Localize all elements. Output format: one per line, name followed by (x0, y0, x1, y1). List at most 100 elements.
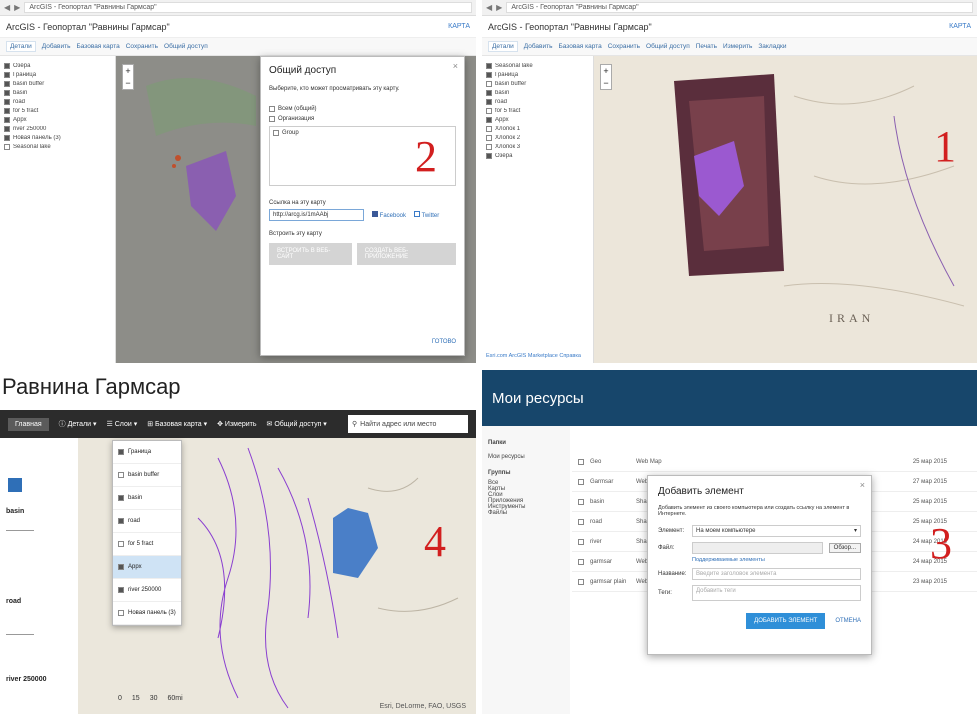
toolbar-add-button[interactable]: Добавить (42, 43, 71, 50)
create-app-button[interactable]: СОЗДАТЬ ВЕБ-ПРИЛОЖЕНИЕ (356, 243, 456, 265)
option-everyone[interactable]: Всем (общий) (269, 106, 456, 112)
checkbox[interactable] (118, 541, 124, 547)
option-group[interactable]: Организация (269, 116, 456, 122)
search-input[interactable]: ⚲ Найти адрес или место (348, 415, 468, 433)
zoom-control[interactable]: + − (600, 64, 612, 90)
cancel-button[interactable]: ОТМЕНА (835, 618, 861, 624)
layer-option[interactable]: basin buffer (113, 464, 181, 487)
checkbox[interactable] (4, 117, 10, 123)
checkbox[interactable] (486, 81, 492, 87)
zoom-control[interactable]: + − (122, 64, 134, 90)
basemap-menu[interactable]: ⊞ Базовая карта ▾ (147, 420, 207, 428)
toolbar-print-button[interactable]: Печать (696, 43, 717, 50)
layer-option[interactable]: river 250000 (113, 579, 181, 602)
sidebar-item[interactable]: Appx (486, 117, 589, 123)
checkbox[interactable] (486, 90, 492, 96)
checkbox[interactable] (118, 564, 124, 570)
sidebar-item[interactable]: for 5 fract (486, 108, 589, 114)
checkbox[interactable] (4, 72, 10, 78)
zoom-out-icon[interactable]: − (601, 77, 611, 89)
table-row[interactable]: Geo Web Map 25 мар 2015 (572, 452, 977, 472)
embed-website-button[interactable]: ВСТРОИТЬ В ВЕБ-САЙТ (269, 243, 352, 265)
checkbox[interactable] (118, 472, 124, 478)
toolbar-share-button[interactable]: Общий доступ (646, 43, 690, 50)
forward-icon[interactable]: ▶ (14, 3, 20, 12)
folder-item[interactable]: Мои ресурсы (488, 454, 564, 460)
close-icon[interactable]: × (860, 480, 865, 490)
zoom-in-icon[interactable]: + (601, 65, 611, 77)
back-icon[interactable]: ◀ (486, 3, 492, 12)
checkbox[interactable] (4, 99, 10, 105)
layer-option[interactable]: basin (113, 487, 181, 510)
title-input[interactable]: Введите заголовок элемента (692, 568, 861, 580)
sidebar-item[interactable]: road (4, 99, 111, 105)
checkbox[interactable] (4, 126, 10, 132)
checkbox[interactable] (486, 153, 492, 159)
sidebar-item[interactable]: Граница (4, 72, 111, 78)
twitter-button[interactable]: Twitter (414, 211, 439, 219)
sidebar-item[interactable]: Appx (4, 117, 111, 123)
close-icon[interactable]: × (453, 61, 458, 71)
toolbar-save-button[interactable]: Сохранить (126, 43, 158, 50)
checkbox[interactable] (486, 135, 492, 141)
add-item-button[interactable]: ДОБАВИТЬ ЭЛЕМЕНТ (746, 613, 826, 629)
checkbox[interactable] (118, 610, 124, 616)
toolbar-details-button[interactable]: Детали (488, 41, 518, 52)
toolbar-share-button[interactable]: Общий доступ (164, 43, 208, 50)
toolbar-save-button[interactable]: Сохранить (608, 43, 640, 50)
sidebar-footer[interactable]: Esri.com ArcGIS Marketplace Справка (486, 353, 581, 359)
checkbox[interactable] (4, 135, 10, 141)
sidebar-item[interactable]: Новая панель (3) (4, 135, 111, 141)
sidebar-item[interactable]: river 250000 (4, 126, 111, 132)
checkbox[interactable] (486, 99, 492, 105)
details-menu[interactable]: ⓘ Детали ▾ (59, 419, 97, 429)
layers-menu[interactable]: ☰ Слои ▾ (107, 420, 138, 428)
sidebar-item[interactable]: Озёра (4, 63, 111, 69)
layer-option[interactable]: Новая панель (3) (113, 602, 181, 625)
sidebar-item[interactable]: Хлопок 1 (486, 126, 589, 132)
layer-option[interactable]: Граница (113, 441, 181, 464)
share-link-input[interactable]: http://arcg.is/1mAAbj (269, 209, 364, 221)
checkbox[interactable] (486, 108, 492, 114)
forward-icon[interactable]: ▶ (496, 3, 502, 12)
checkbox[interactable] (118, 587, 124, 593)
checkbox[interactable] (118, 495, 124, 501)
zoom-out-icon[interactable]: − (123, 77, 133, 89)
checkbox[interactable] (486, 63, 492, 69)
address-bar[interactable]: ArcGIS - Геопортал "Равнины Гармсар" (506, 2, 973, 13)
checkbox[interactable] (269, 116, 275, 122)
layer-option[interactable]: road (113, 510, 181, 533)
sidebar-item[interactable]: Граница (486, 72, 589, 78)
sidebar-item[interactable]: road (486, 99, 589, 105)
home-button[interactable]: Главная (8, 417, 49, 431)
checkbox[interactable] (118, 449, 124, 455)
sidebar-item[interactable]: Seasonal lake (4, 144, 111, 150)
file-input[interactable] (692, 542, 823, 554)
sidebar-item[interactable]: basin (486, 90, 589, 96)
zoom-in-icon[interactable]: + (123, 65, 133, 77)
facebook-button[interactable]: Facebook (372, 211, 406, 219)
map-link[interactable]: КАРТА (949, 23, 971, 30)
toolbar-details-button[interactable]: Детали (6, 41, 36, 52)
sidebar-item[interactable]: Хлопок 3 (486, 144, 589, 150)
done-button[interactable]: ГОТОВО (432, 339, 456, 345)
checkbox[interactable] (4, 63, 10, 69)
map-view[interactable]: + − IRAN (594, 56, 977, 363)
checkbox[interactable] (486, 144, 492, 150)
sidebar-item[interactable]: for 5 fract (4, 108, 111, 114)
sidebar-item[interactable]: basin buffer (4, 81, 111, 87)
sidebar-item[interactable]: Озёра (486, 153, 589, 159)
checkbox[interactable] (4, 144, 10, 150)
toolbar-measure-button[interactable]: Измерить (723, 43, 752, 50)
sidebar-item[interactable]: Хлопок 2 (486, 135, 589, 141)
layer-option-selected[interactable]: Appx (113, 556, 181, 579)
sidebar-item[interactable]: basin buffer (486, 81, 589, 87)
address-bar[interactable]: ArcGIS - Геопортал "Равнины Гармсар" (24, 2, 472, 13)
checkbox[interactable] (486, 117, 492, 123)
share-menu[interactable]: ✉ Общий доступ ▾ (267, 420, 327, 428)
toolbar-add-button[interactable]: Добавить (524, 43, 553, 50)
checkbox[interactable] (4, 108, 10, 114)
measure-menu[interactable]: ✥ Измерить (217, 420, 256, 428)
checkbox[interactable] (118, 518, 124, 524)
checkbox[interactable] (4, 81, 10, 87)
